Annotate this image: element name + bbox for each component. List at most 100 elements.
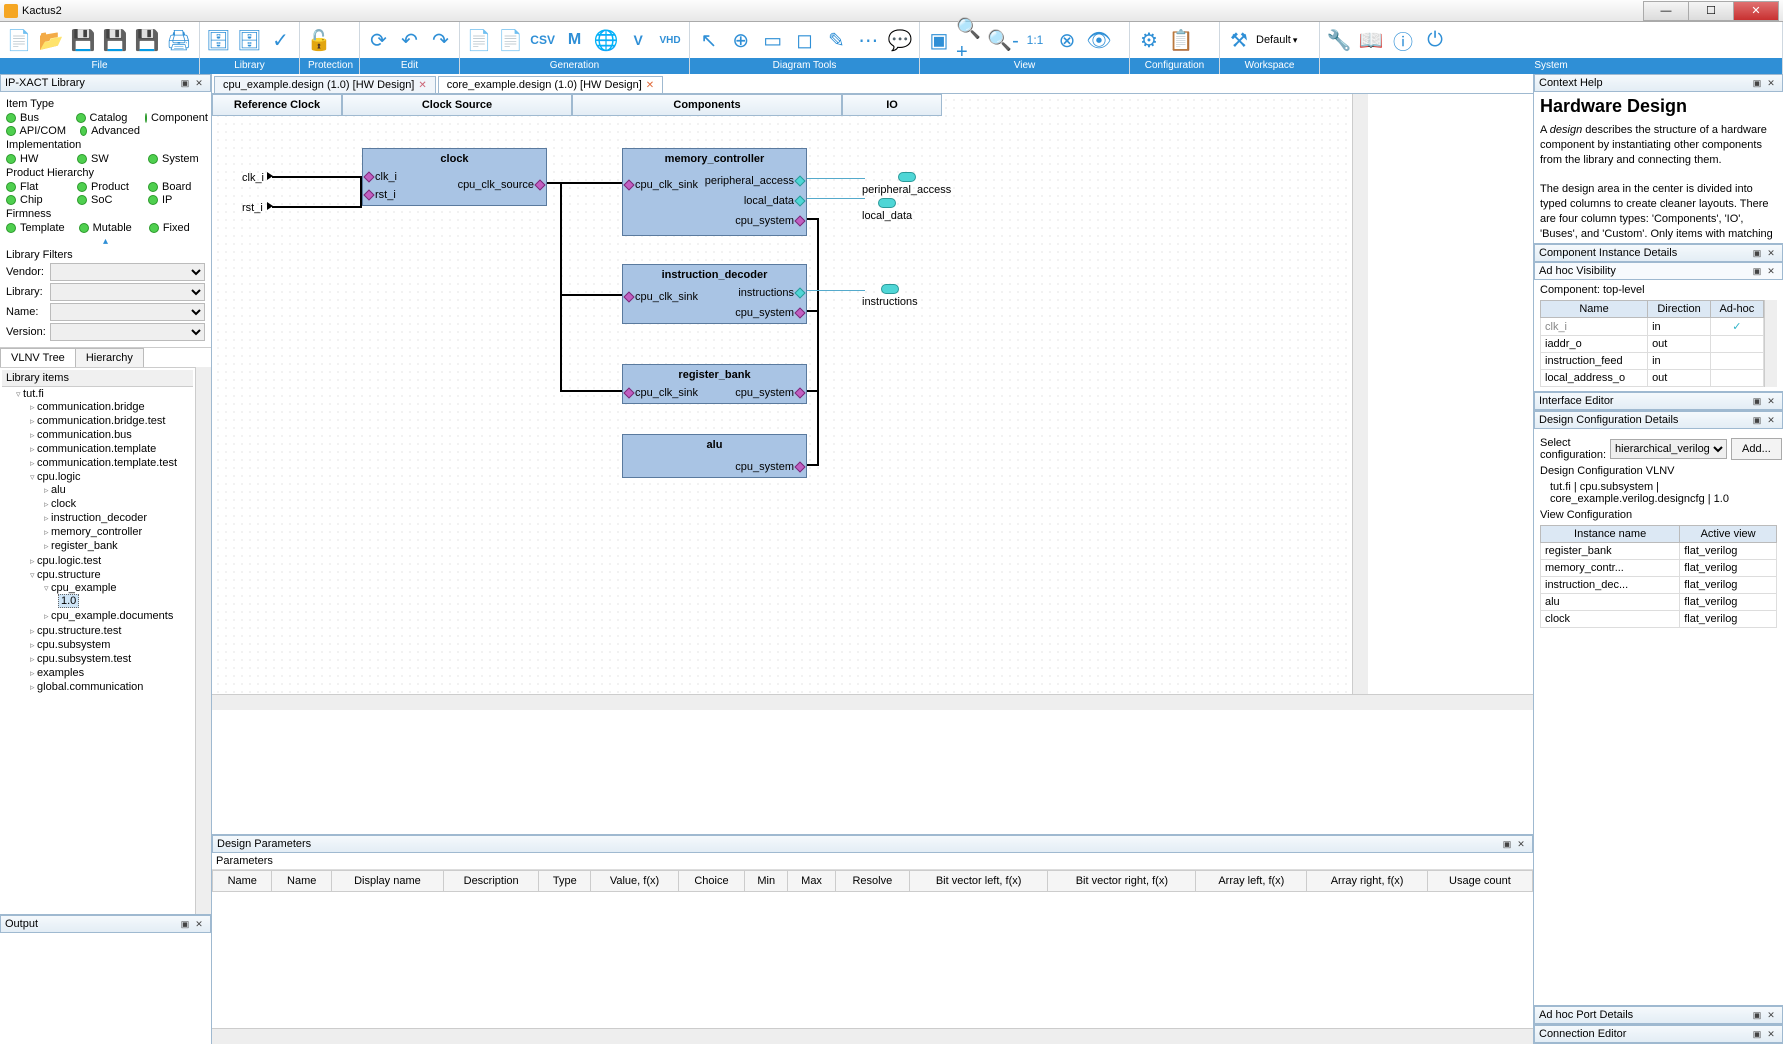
panel-float-icon[interactable]: ▣: [1750, 1008, 1764, 1022]
params-table[interactable]: NameNameDisplay name DescriptionTypeValu…: [212, 870, 1533, 892]
version-select[interactable]: [50, 323, 205, 341]
doc-tab-1[interactable]: cpu_example.design (1.0) [HW Design]✕: [214, 76, 436, 93]
canvas-vscroll[interactable]: [1352, 94, 1368, 694]
pointer-icon[interactable]: ↖: [694, 25, 724, 55]
close-button[interactable]: ✕: [1733, 1, 1779, 21]
col-header[interactable]: Clock Source: [342, 94, 572, 116]
component-alu[interactable]: alu cpu_system: [622, 434, 807, 478]
filter-fixed[interactable]: Fixed: [149, 222, 205, 234]
adhoc-table[interactable]: NameDirectionAd-hoc clk_iin✓ iaddr_oout …: [1540, 300, 1764, 387]
panel-float-icon[interactable]: ▣: [1750, 1027, 1764, 1041]
open-icon[interactable]: 📂: [36, 25, 66, 55]
info-icon[interactable]: ⓘ: [1388, 25, 1418, 55]
db-refresh-icon[interactable]: 🗄: [235, 25, 264, 55]
panel-float-icon[interactable]: ▣: [1500, 837, 1514, 851]
filter-chip[interactable]: Chip: [6, 194, 63, 206]
filter-template[interactable]: Template: [6, 222, 65, 234]
tree-item[interactable]: cpu.structure cpu_example 1.0 cpu_exampl…: [30, 568, 193, 624]
link-icon[interactable]: ⋯: [853, 25, 883, 55]
component-memory-controller[interactable]: memory_controller cpu_clk_sink periphera…: [622, 148, 807, 236]
view-cfg-table[interactable]: Instance nameActive view register_bankfl…: [1540, 525, 1777, 628]
cfg2-icon[interactable]: 📋: [1166, 25, 1196, 55]
library-select[interactable]: [50, 283, 205, 301]
params-hscroll[interactable]: [212, 1028, 1533, 1044]
maximize-button[interactable]: ☐: [1688, 1, 1734, 21]
name-select[interactable]: [50, 303, 205, 321]
zoomin-icon[interactable]: 🔍+: [956, 25, 986, 55]
panel-float-icon[interactable]: ▣: [178, 76, 192, 90]
filter-soc[interactable]: SoC: [77, 194, 134, 206]
vhd-icon[interactable]: VHD: [655, 25, 685, 55]
component-clock[interactable]: clock clk_i rst_i cpu_clk_source: [362, 148, 547, 206]
library-tree[interactable]: Library items tut.fi communication.bridg…: [0, 367, 195, 914]
component-instruction-decoder[interactable]: instruction_decoder cpu_clk_sink instruc…: [622, 264, 807, 324]
panel-close-icon[interactable]: ✕: [1764, 394, 1778, 408]
refresh-icon[interactable]: ⟳: [364, 25, 393, 55]
filter-component[interactable]: Component: [145, 112, 205, 124]
tree-item-selected[interactable]: 1.0: [58, 594, 193, 608]
filter-catalog[interactable]: Catalog: [76, 112, 132, 124]
filter-bus[interactable]: Bus: [6, 112, 62, 124]
doc-tab-2[interactable]: core_example.design (1.0) [HW Design]✕: [438, 76, 663, 93]
tree-item[interactable]: cpu.subsystem.test: [30, 652, 193, 666]
filter-board[interactable]: Board: [148, 181, 205, 193]
panel-close-icon[interactable]: ✕: [1764, 413, 1778, 427]
cfg1-icon[interactable]: ⚙: [1134, 25, 1164, 55]
db-icon[interactable]: 🗄: [204, 25, 233, 55]
tree-item[interactable]: examples: [30, 666, 193, 680]
redo-icon[interactable]: ↷: [426, 25, 455, 55]
filter-apicom[interactable]: API/COM: [6, 125, 66, 137]
tree-item[interactable]: communication.bridge.test: [30, 414, 193, 428]
tree-scrollbar[interactable]: [195, 367, 211, 914]
filter-ip[interactable]: IP: [148, 194, 205, 206]
tab-vlnv-tree[interactable]: VLNV Tree: [0, 348, 76, 367]
ext-port[interactable]: rst_i: [242, 202, 263, 214]
book-icon[interactable]: 📖: [1356, 25, 1386, 55]
page-icon[interactable]: ▭: [758, 25, 788, 55]
undo-icon[interactable]: ↶: [395, 25, 424, 55]
io-port[interactable]: local_data: [862, 198, 912, 222]
comment-icon[interactable]: 💬: [885, 25, 915, 55]
tree-item[interactable]: communication.bridge: [30, 400, 193, 414]
panel-float-icon[interactable]: ▣: [1750, 76, 1764, 90]
zoomout-icon[interactable]: 🔍-: [988, 25, 1018, 55]
tree-item[interactable]: instruction_decoder: [44, 511, 193, 525]
print-icon[interactable]: 🖨: [164, 25, 194, 55]
adhoc-scroll[interactable]: [1764, 300, 1777, 387]
csv-icon[interactable]: CSV: [528, 25, 558, 55]
tree-item[interactable]: cpu_example 1.0: [44, 581, 193, 609]
select-configuration[interactable]: hierarchical_verilog: [1610, 439, 1727, 459]
filter-sw[interactable]: SW: [77, 153, 134, 165]
tree-item[interactable]: alu: [44, 483, 193, 497]
ext-port[interactable]: clk_i: [242, 172, 264, 184]
tree-item[interactable]: global.communication: [30, 680, 193, 694]
tree-item[interactable]: cpu.logic.test: [30, 554, 193, 568]
tree-item[interactable]: cpu_example.documents: [44, 609, 193, 623]
lock-icon[interactable]: 🔓: [304, 25, 334, 55]
panel-close-icon[interactable]: ✕: [1764, 1008, 1778, 1022]
col-header[interactable]: Components: [572, 94, 842, 116]
panel-close-icon[interactable]: ✕: [1514, 837, 1528, 851]
tree-item[interactable]: communication.template.test: [30, 456, 193, 470]
io-port[interactable]: instructions: [862, 284, 918, 308]
note-icon[interactable]: ◻: [790, 25, 820, 55]
col-header[interactable]: Reference Clock: [212, 94, 342, 116]
panel-close-icon[interactable]: ✕: [192, 917, 206, 931]
tree-item[interactable]: clock: [44, 497, 193, 511]
panel-close-icon[interactable]: ✕: [1764, 76, 1778, 90]
zoom11-icon[interactable]: 1:1: [1020, 25, 1050, 55]
power-icon[interactable]: ⏻: [1420, 25, 1450, 55]
db-check-icon[interactable]: ✓: [266, 25, 295, 55]
panel-close-icon[interactable]: ✕: [1764, 1027, 1778, 1041]
vendor-select[interactable]: [50, 263, 205, 281]
panel-float-icon[interactable]: ▣: [1750, 264, 1764, 278]
tree-item[interactable]: cpu.subsystem: [30, 638, 193, 652]
add-icon[interactable]: ⊕: [726, 25, 756, 55]
tree-item[interactable]: register_bank: [44, 539, 193, 553]
tree-item[interactable]: communication.template: [30, 442, 193, 456]
panel-float-icon[interactable]: ▣: [1750, 413, 1764, 427]
zoomfit-icon[interactable]: ⊗: [1052, 25, 1082, 55]
v-icon[interactable]: V: [623, 25, 653, 55]
col-header[interactable]: IO: [842, 94, 942, 116]
tree-item[interactable]: memory_controller: [44, 525, 193, 539]
